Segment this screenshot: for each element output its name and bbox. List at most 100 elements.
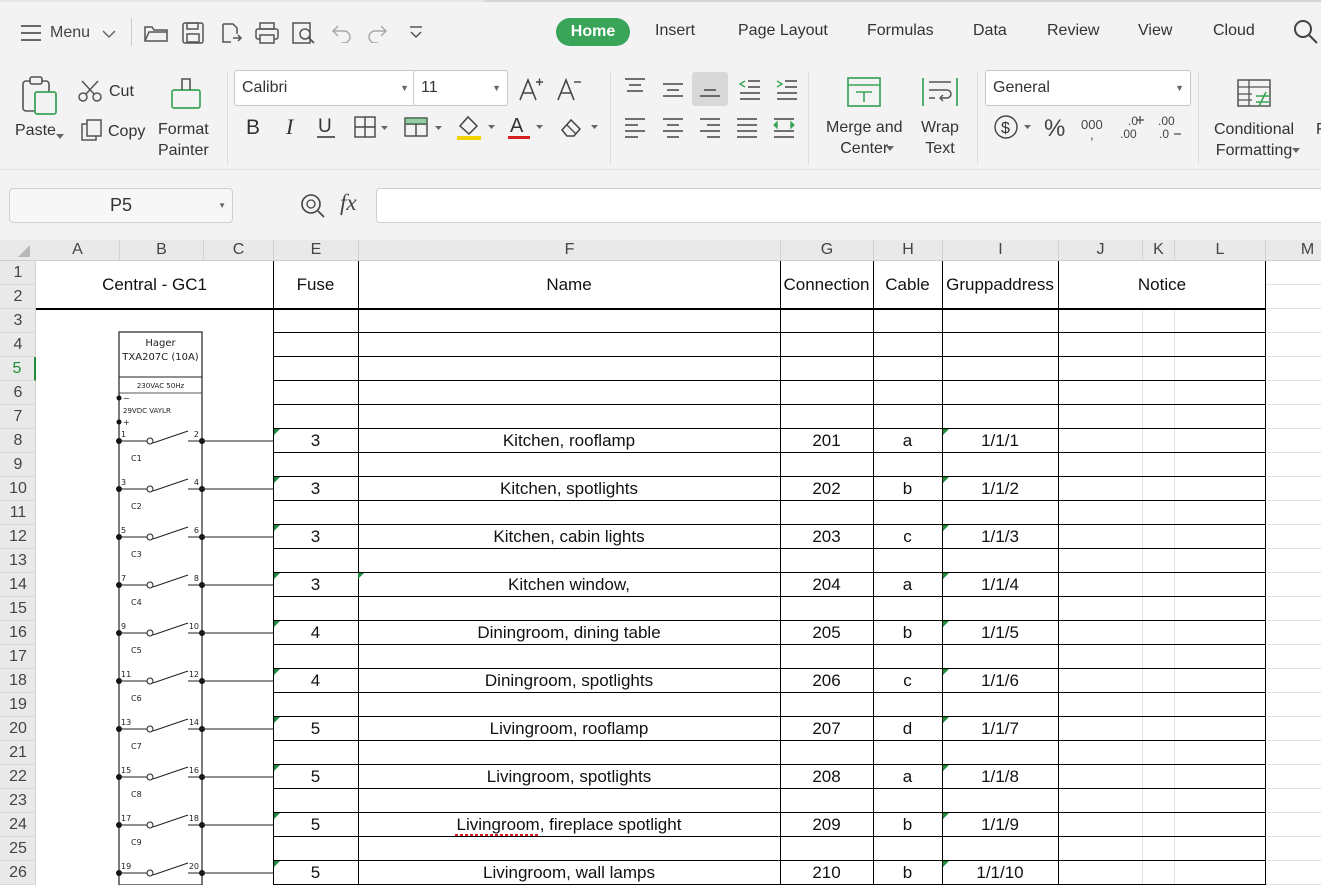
customize-toolbar-icon[interactable] (408, 25, 424, 41)
cell-gruppaddress[interactable]: 1/1/3 (942, 525, 1058, 549)
font-name-select[interactable]: Calibri ▼ (234, 70, 416, 106)
cell-gruppaddress[interactable]: 1/1/4 (942, 573, 1058, 597)
cell-connection[interactable]: 206 (780, 669, 873, 693)
format-painter-button[interactable]: Format Painter (154, 74, 218, 164)
row-header[interactable]: 12 (0, 525, 36, 549)
cell-style-icon[interactable] (403, 115, 443, 139)
cell-name[interactable]: Kitchen, spotlights (358, 477, 780, 501)
row-header[interactable]: 8 (0, 429, 36, 453)
col-header-k[interactable]: K (1143, 240, 1175, 261)
cell-name[interactable]: Livingroom, fireplace spotlight (358, 813, 780, 837)
cell-cable[interactable]: a (873, 429, 942, 453)
cell-gruppaddress[interactable]: 1/1/8 (942, 765, 1058, 789)
cell-gruppaddress[interactable]: 1/1/6 (942, 669, 1058, 693)
decrease-decimal-icon[interactable]: .00.0 (1157, 112, 1183, 142)
row-header[interactable]: 1 (0, 261, 36, 285)
cell-connection[interactable]: 203 (780, 525, 873, 549)
fill-color-icon[interactable] (455, 112, 495, 142)
cell-gruppaddress[interactable]: 1/1/10 (942, 861, 1058, 885)
borders-icon[interactable] (353, 115, 389, 139)
cell-name[interactable]: Kitchen, cabin lights (358, 525, 780, 549)
increase-indent-icon[interactable] (774, 78, 800, 100)
row-header[interactable]: 7 (0, 405, 36, 429)
wrap-text-button[interactable]: Wrap Text (912, 72, 970, 164)
row-header[interactable]: 20 (0, 717, 36, 741)
font-size-select[interactable]: 11 ▼ (413, 70, 508, 106)
row-header[interactable]: 9 (0, 453, 36, 477)
cell-cable[interactable]: c (873, 525, 942, 549)
open-folder-icon[interactable] (143, 22, 169, 44)
col-header-h[interactable]: H (874, 240, 943, 261)
row-header[interactable]: 21 (0, 741, 36, 765)
cell-cable[interactable]: b (873, 861, 942, 885)
col-header-i[interactable]: I (943, 240, 1059, 261)
row-header[interactable]: 10 (0, 477, 36, 501)
align-top-icon[interactable] (622, 76, 648, 98)
cell-connection[interactable]: 204 (780, 573, 873, 597)
cell-fuse[interactable]: 3 (273, 573, 358, 597)
tab-home[interactable]: Home (556, 18, 630, 46)
cell-fuse[interactable]: 4 (273, 669, 358, 693)
formula-input[interactable] (376, 188, 1321, 223)
row-header[interactable]: 11 (0, 501, 36, 525)
export-icon[interactable] (219, 21, 243, 45)
tab-insert[interactable]: Insert (655, 22, 695, 40)
select-all-icon[interactable] (0, 240, 36, 261)
cell-name[interactable]: Livingroom, wall lamps (358, 861, 780, 885)
cell-fuse[interactable]: 4 (273, 621, 358, 645)
col-header-f[interactable]: F (359, 240, 781, 261)
cell-fuse[interactable]: 3 (273, 429, 358, 453)
row-header[interactable]: 24 (0, 813, 36, 837)
copy-button[interactable]: Copy (78, 118, 148, 144)
currency-icon[interactable]: $ (993, 114, 1033, 142)
increase-font-size-icon[interactable] (518, 76, 544, 102)
row-header[interactable]: 18 (0, 669, 36, 693)
cell-cable[interactable]: b (873, 477, 942, 501)
cell-name[interactable]: Kitchen, rooflamp (358, 429, 780, 453)
col-header-g[interactable]: G (781, 240, 874, 261)
row-header[interactable]: 15 (0, 597, 36, 621)
italic-icon[interactable]: I (281, 116, 301, 138)
redo-icon[interactable] (366, 23, 388, 43)
menu-button[interactable]: Menu (18, 20, 120, 46)
cell-gruppaddress[interactable]: 1/1/9 (942, 813, 1058, 837)
cell-connection[interactable]: 202 (780, 477, 873, 501)
row-header[interactable]: 14 (0, 573, 36, 597)
cell-fuse[interactable]: 3 (273, 477, 358, 501)
tab-formulas[interactable]: Formulas (867, 22, 934, 40)
cell-connection[interactable]: 207 (780, 717, 873, 741)
align-center-icon[interactable] (660, 116, 686, 138)
row-header[interactable]: 22 (0, 765, 36, 789)
cell-connection[interactable]: 205 (780, 621, 873, 645)
cell-cable[interactable]: c (873, 669, 942, 693)
row-header[interactable]: 16 (0, 621, 36, 645)
cell-connection[interactable]: 210 (780, 861, 873, 885)
align-right-icon[interactable] (697, 116, 723, 138)
row-header[interactable]: 5 (0, 357, 36, 381)
row-header[interactable]: 25 (0, 837, 36, 861)
row-header[interactable]: 23 (0, 789, 36, 813)
decrease-font-size-icon[interactable] (556, 76, 582, 102)
bold-icon[interactable]: B (243, 116, 263, 138)
row-header[interactable]: 2 (0, 285, 36, 309)
tab-review[interactable]: Review (1047, 22, 1099, 40)
cell-fuse[interactable]: 5 (273, 765, 358, 789)
cell-name[interactable]: Diningroom, dining table (358, 621, 780, 645)
print-icon[interactable] (254, 21, 280, 45)
font-color-icon[interactable]: A (506, 112, 546, 142)
row-header[interactable]: 17 (0, 645, 36, 669)
col-header-j[interactable]: J (1059, 240, 1143, 261)
row-header[interactable]: 4 (0, 333, 36, 357)
cell-gruppaddress[interactable]: 1/1/1 (942, 429, 1058, 453)
row-header[interactable]: 19 (0, 693, 36, 717)
cell-name[interactable]: Livingroom, spotlights (358, 765, 780, 789)
col-header-a[interactable]: A (36, 240, 120, 261)
cell-name[interactable]: Diningroom, spotlights (358, 669, 780, 693)
justify-icon[interactable] (734, 116, 760, 138)
row-header[interactable]: 13 (0, 549, 36, 573)
cell-cable[interactable]: d (873, 717, 942, 741)
col-header-b[interactable]: B (120, 240, 204, 261)
tab-cloud[interactable]: Cloud (1213, 22, 1255, 40)
zoom-function-icon[interactable] (300, 193, 326, 219)
col-header-l[interactable]: L (1175, 240, 1266, 261)
